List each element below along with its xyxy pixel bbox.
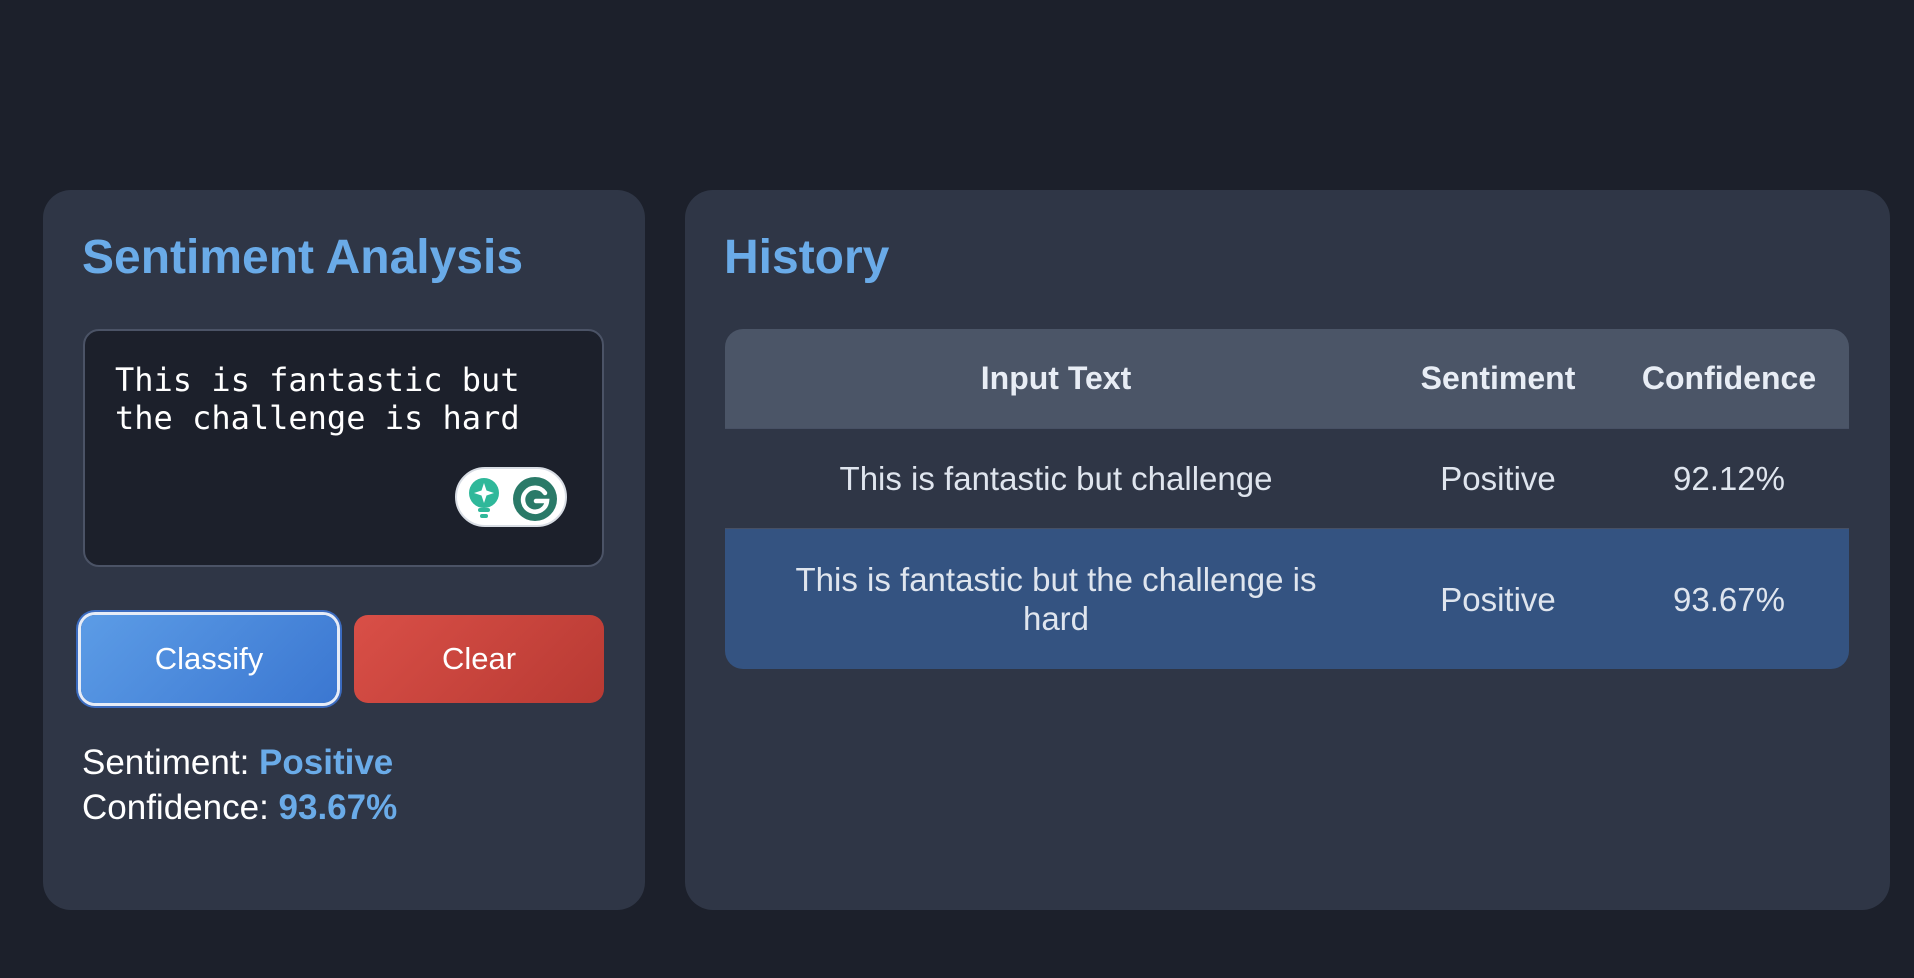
cell-confidence: 92.12% [1673, 460, 1785, 497]
column-header-sentiment: Sentiment [1420, 360, 1576, 396]
column-header-input-text: Input Text [980, 360, 1132, 396]
sentiment-result: Sentiment: Positive [82, 743, 393, 783]
cell-sentiment: Positive [1440, 580, 1556, 618]
grammarly-widget[interactable] [455, 467, 567, 527]
classify-button[interactable]: Classify [81, 615, 337, 703]
confidence-label: Confidence: [82, 788, 279, 827]
sentiment-label: Sentiment: [82, 743, 260, 782]
confidence-value: 93.67% [278, 788, 398, 827]
text-input[interactable]: This is fantastic but the challenge is h… [83, 329, 604, 567]
confidence-result: Confidence: 93.67% [82, 788, 397, 828]
history-title: History [724, 231, 890, 284]
cell-sentiment: Positive [1440, 460, 1556, 497]
cell-input-text: This is fantastic but challenge [839, 460, 1273, 497]
sentiment-panel: Sentiment Analysis This is fantastic but… [43, 190, 645, 910]
lightbulb-icon[interactable] [467, 477, 501, 519]
grammarly-g-icon[interactable] [512, 476, 558, 522]
history-table: Input Text Sentiment Confidence This is … [725, 329, 1849, 669]
history-panel: History Input Text Sentiment Confidence … [685, 190, 1890, 910]
table-header: Input Text Sentiment Confidence [725, 329, 1849, 428]
table-row-selected[interactable]: This is fantastic but the challenge is h… [725, 528, 1849, 669]
cell-input-text: This is fantastic but the challenge is h… [795, 561, 1317, 637]
clear-button[interactable]: Clear [354, 615, 604, 703]
sentiment-value: Positive [259, 743, 394, 782]
panel-title: Sentiment Analysis [82, 231, 524, 284]
column-header-confidence: Confidence [1641, 360, 1817, 396]
table-row[interactable]: This is fantastic but challenge Positive… [725, 428, 1849, 528]
cell-confidence: 93.67% [1673, 580, 1785, 618]
